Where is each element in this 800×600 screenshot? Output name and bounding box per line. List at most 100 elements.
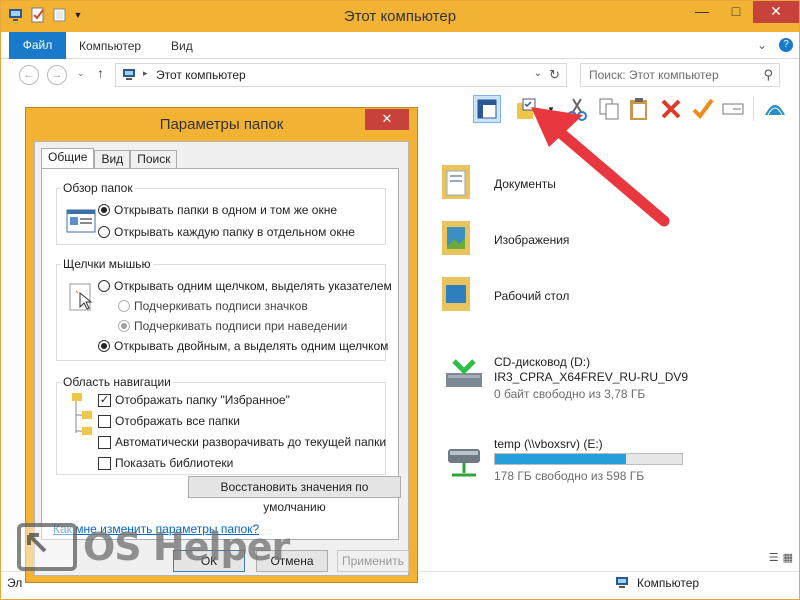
tab-view[interactable]: Вид xyxy=(161,35,203,59)
up-button[interactable]: ↑ xyxy=(97,65,104,81)
ribbon-controls: ⌄ ? xyxy=(757,38,793,52)
folder-label[interactable]: Рабочий стол xyxy=(494,289,569,303)
restore-defaults-button[interactable]: Восстановить значения по умолчанию xyxy=(188,476,401,514)
rename-icon[interactable] xyxy=(719,95,747,123)
computer-icon xyxy=(123,69,135,80)
option-label: Отображать папку "Избранное" xyxy=(115,393,290,407)
radio-double-click[interactable]: Открывать двойным, а выделять одним щелч… xyxy=(98,339,388,353)
checkbox[interactable] xyxy=(98,456,111,470)
address-dropdown-icon[interactable]: ⌄ xyxy=(534,68,542,79)
option-label: Показать библиотеки xyxy=(115,456,234,470)
radio-button[interactable] xyxy=(98,340,110,352)
dialog-tabs: Общие Вид Поиск xyxy=(41,148,178,169)
mouse-clicks-legend: Щелчки мышью xyxy=(63,257,151,271)
documents-folder-icon[interactable] xyxy=(440,161,472,201)
checkbox-show-favorites[interactable]: ✓ Отображать папку "Избранное" xyxy=(98,393,290,407)
layout-pane-icon[interactable] xyxy=(473,95,501,123)
radio-new-window[interactable]: Открывать каждую папку в отдельном окне xyxy=(98,225,355,239)
navigation-pane-legend: Область навигации xyxy=(63,375,171,389)
back-button[interactable]: ← xyxy=(19,65,39,85)
navigation-tree-icon xyxy=(72,393,92,435)
address-path: Этот компьютер xyxy=(156,68,246,82)
refresh-icon[interactable]: ↻ xyxy=(549,67,560,83)
radio-button[interactable] xyxy=(98,204,110,216)
option-label: Подчеркивать подписи при наведении xyxy=(134,319,348,333)
search-icon: ⚲ xyxy=(763,67,773,82)
address-bar[interactable]: ▸ Этот компьютер ⌄ ↻ xyxy=(115,63,567,87)
option-label: Открывать каждую папку в отдельном окне xyxy=(114,225,355,239)
computer-icon xyxy=(616,577,628,588)
watermark-logo-icon xyxy=(17,523,77,571)
title-bar: ▼ Этот компьютер — □ ✕ xyxy=(1,1,799,32)
dialog-title: Параметры папок xyxy=(159,116,284,133)
select-check-icon[interactable] xyxy=(689,95,717,123)
radio-underline-always: Подчеркивать подписи значков xyxy=(118,299,308,313)
folder-options-dialog: Параметры папок ✕ Общие Вид Поиск Обзор … xyxy=(25,107,418,583)
watermark: OS Helper xyxy=(17,523,290,571)
minimize-button[interactable]: — xyxy=(685,1,719,23)
checkbox[interactable]: ✓ xyxy=(98,393,111,407)
dialog-close-button[interactable]: ✕ xyxy=(365,109,409,130)
radio-button xyxy=(118,300,130,312)
view-switcher: ☰ ▦ xyxy=(769,551,793,564)
tab-computer[interactable]: Компьютер xyxy=(69,35,151,59)
radio-same-window[interactable]: Открывать папки в одном и том же окне xyxy=(98,203,337,217)
status-location: Компьютер xyxy=(615,576,699,590)
mouse-click-icon xyxy=(69,283,93,311)
network-drive-info: 178 ГБ свободно из 598 ГБ xyxy=(494,469,645,483)
checkbox[interactable] xyxy=(98,435,111,449)
radio-button[interactable] xyxy=(98,280,110,292)
network-drive-name[interactable]: temp (\\vboxsrv) (E:) xyxy=(494,437,603,451)
tab-view[interactable]: Вид xyxy=(94,150,131,169)
option-label: Открывать папки в одном и том же окне xyxy=(114,203,337,217)
address-row: ← → ⌄ ↑ ▸ Этот компьютер ⌄ ↻ Поиск: Этот… xyxy=(1,59,799,91)
cd-drive-name[interactable]: CD-дисковод (D:) xyxy=(494,355,590,369)
shell-icon[interactable] xyxy=(761,95,789,123)
tab-file[interactable]: Файл xyxy=(9,32,66,59)
annotation-arrow xyxy=(531,107,670,227)
folder-label[interactable]: Изображения xyxy=(494,233,569,247)
desktop-folder-icon[interactable] xyxy=(440,273,472,313)
option-label: Открывать одним щелчком, выделять указат… xyxy=(114,279,392,293)
radio-single-click[interactable]: Открывать одним щелчком, выделять указат… xyxy=(98,279,392,293)
details-view-icon[interactable]: ☰ xyxy=(769,551,779,564)
cd-drive-icon[interactable] xyxy=(444,357,484,393)
drive-usage-fill xyxy=(495,454,626,464)
status-location-label: Компьютер xyxy=(637,576,700,590)
tab-search[interactable]: Поиск xyxy=(130,150,178,169)
watermark-text: OS Helper xyxy=(83,525,290,569)
search-input[interactable]: Поиск: Этот компьютер ⚲ xyxy=(580,63,780,87)
toolbar-divider xyxy=(753,97,754,121)
tiles-view-icon[interactable]: ▦ xyxy=(783,551,793,564)
browse-folders-icon xyxy=(66,209,96,233)
help-icon[interactable]: ? xyxy=(779,38,793,52)
maximize-button[interactable]: □ xyxy=(719,1,753,23)
dialog-body: Общие Вид Поиск Обзор папок Открывать па… xyxy=(34,141,409,576)
cd-drive-label: IR3_CPRA_X64FREV_RU-RU_DV9 xyxy=(494,370,689,384)
tab-general[interactable]: Общие xyxy=(41,148,95,169)
network-drive-icon[interactable] xyxy=(444,443,484,483)
ribbon-tabs: Файл Компьютер Вид ⌄ ? xyxy=(1,32,799,59)
checkbox-show-all-folders[interactable]: Отображать все папки xyxy=(98,414,240,428)
window-controls: — □ ✕ xyxy=(685,1,799,23)
drive-usage-bar xyxy=(494,453,683,465)
option-label: Автоматически разворачивать до текущей п… xyxy=(115,435,387,449)
explorer-window: ▼ Этот компьютер — □ ✕ Файл Компьютер Ви… xyxy=(0,0,800,600)
option-label: Отображать все папки xyxy=(115,414,240,428)
expand-ribbon-icon[interactable]: ⌄ xyxy=(757,38,767,52)
browse-folders-legend: Обзор папок xyxy=(63,181,133,195)
forward-button[interactable]: → xyxy=(47,65,67,85)
checkbox-auto-expand[interactable]: Автоматически разворачивать до текущей п… xyxy=(98,435,386,449)
apply-button: Применить xyxy=(337,550,409,572)
breadcrumb-chevron-icon[interactable]: ▸ xyxy=(143,68,148,79)
window-title: Этот компьютер xyxy=(343,8,457,25)
radio-button xyxy=(118,320,130,332)
radio-button[interactable] xyxy=(98,226,110,238)
pictures-folder-icon[interactable] xyxy=(440,217,472,257)
checkbox[interactable] xyxy=(98,414,111,428)
recent-locations-icon[interactable]: ⌄ xyxy=(77,68,85,79)
radio-underline-hover: Подчеркивать подписи при наведении xyxy=(118,319,347,333)
close-button[interactable]: ✕ xyxy=(753,1,799,23)
status-text: Эл xyxy=(7,576,23,590)
checkbox-show-libraries[interactable]: Показать библиотеки xyxy=(98,456,233,470)
